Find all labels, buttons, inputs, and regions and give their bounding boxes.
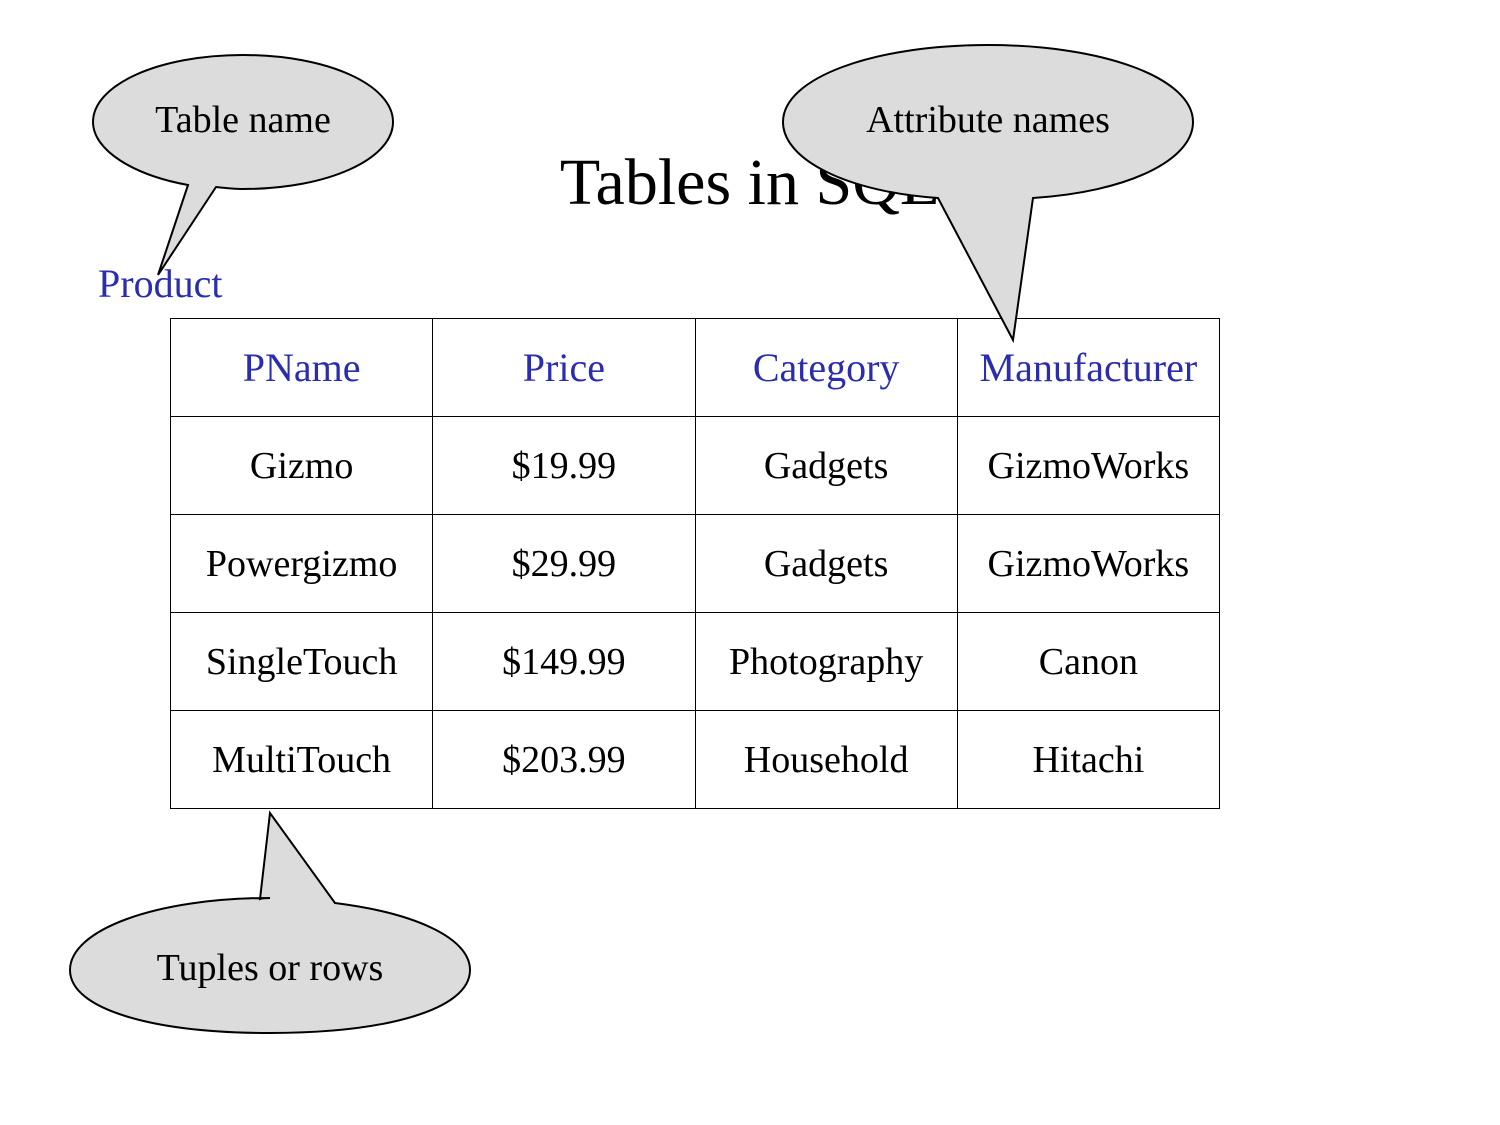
callout-table-name-label: Table name (88, 98, 398, 142)
cell-price: $149.99 (433, 613, 695, 711)
column-header-pname: PName (171, 319, 433, 417)
cell-manufacturer: Canon (957, 613, 1219, 711)
cell-pname: MultiTouch (171, 711, 433, 809)
cell-price: $29.99 (433, 515, 695, 613)
callout-attribute-names: Attribute names (773, 40, 1203, 350)
table-row: Gizmo $19.99 Gadgets GizmoWorks (171, 417, 1220, 515)
cell-category: Photography (695, 613, 957, 711)
cell-price: $203.99 (433, 711, 695, 809)
cell-manufacturer: GizmoWorks (957, 515, 1219, 613)
cell-category: Household (695, 711, 957, 809)
table-row: Powergizmo $29.99 Gadgets GizmoWorks (171, 515, 1220, 613)
cell-manufacturer: Hitachi (957, 711, 1219, 809)
cell-pname: Powergizmo (171, 515, 433, 613)
callout-attribute-names-label: Attribute names (773, 98, 1203, 142)
cell-pname: SingleTouch (171, 613, 433, 711)
column-header-price: Price (433, 319, 695, 417)
callout-tuples-label: Tuples or rows (60, 946, 480, 990)
cell-pname: Gizmo (171, 417, 433, 515)
callout-table-name: Table name (88, 50, 398, 280)
callout-tuples: Tuples or rows (60, 808, 480, 1038)
table-row: MultiTouch $203.99 Household Hitachi (171, 711, 1220, 809)
cell-price: $19.99 (433, 417, 695, 515)
cell-manufacturer: GizmoWorks (957, 417, 1219, 515)
table-row: SingleTouch $149.99 Photography Canon (171, 613, 1220, 711)
cell-category: Gadgets (695, 515, 957, 613)
sql-table: PName Price Category Manufacturer Gizmo … (170, 318, 1220, 809)
cell-category: Gadgets (695, 417, 957, 515)
